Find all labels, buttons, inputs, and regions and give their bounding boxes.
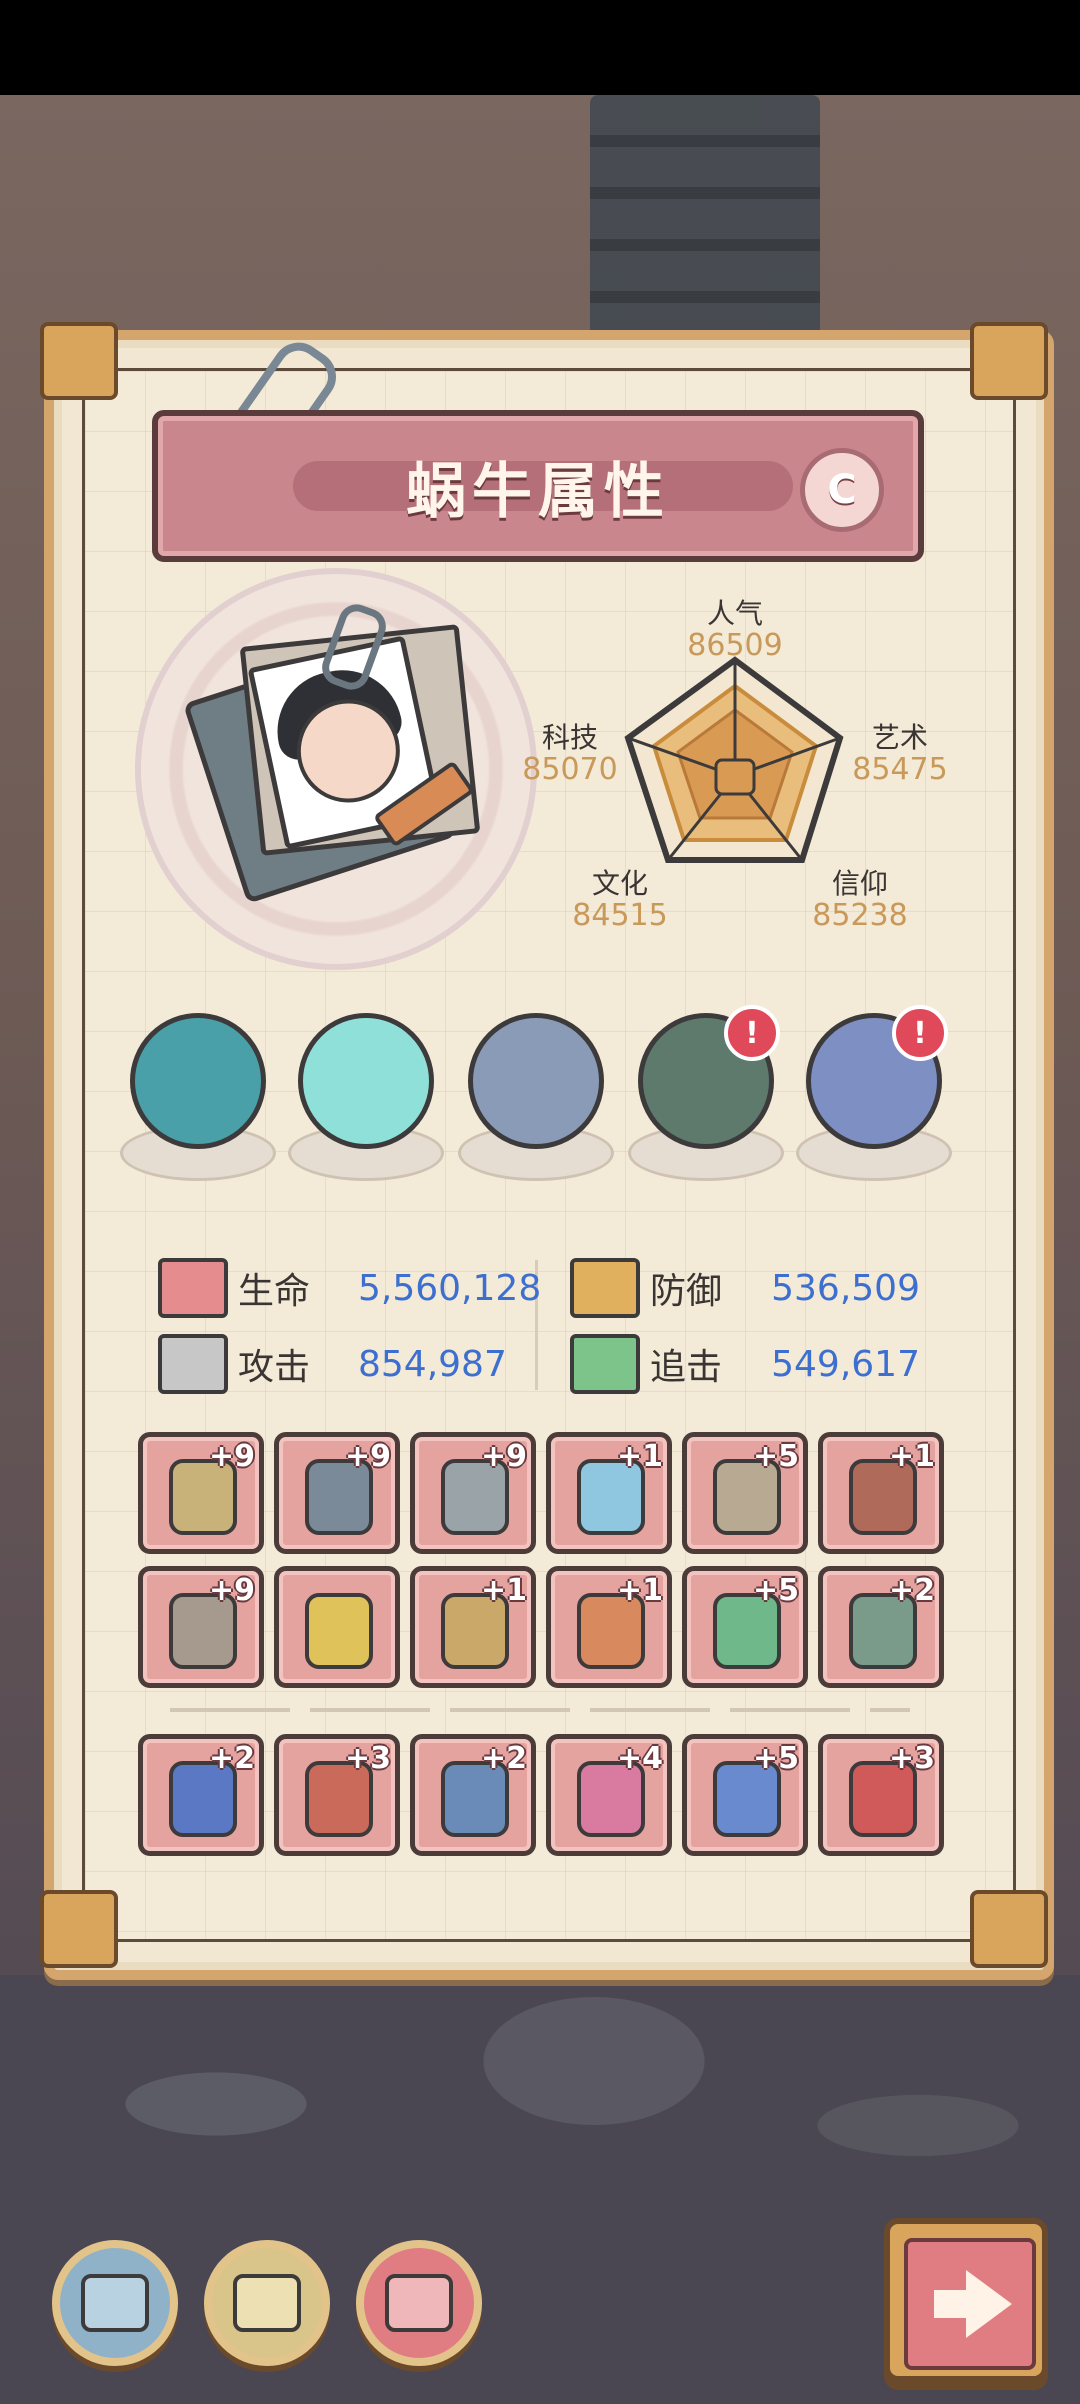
gear-level: +2 bbox=[888, 1573, 935, 1608]
title-banner: 蜗牛属性 C bbox=[152, 410, 924, 562]
gear-level: +5 bbox=[752, 1573, 799, 1608]
gear-slot[interactable]: +9 bbox=[138, 1566, 264, 1688]
gear-slot[interactable]: +1 bbox=[818, 1432, 944, 1554]
blue-brain-button[interactable] bbox=[52, 2240, 178, 2366]
next-button[interactable] bbox=[884, 2218, 1048, 2382]
stat-hp-label: 生命 bbox=[238, 1271, 311, 1312]
alert-badge-icon: ! bbox=[724, 1005, 780, 1061]
radar-art-label: 艺术 bbox=[871, 721, 928, 754]
arrow-tail bbox=[934, 2290, 974, 2318]
radar-tech-label: 科技 bbox=[541, 721, 598, 754]
gear-level: +1 bbox=[616, 1573, 663, 1608]
radar-popularity: 人气 86509 bbox=[685, 598, 785, 662]
stat-hp-value: 5,560,128 bbox=[358, 1267, 542, 1309]
hp-icon bbox=[158, 1258, 228, 1318]
radar-culture-value: 84515 bbox=[572, 898, 668, 933]
gear-level: +9 bbox=[208, 1573, 255, 1608]
gear-level: +1 bbox=[888, 1439, 935, 1474]
relic-slot-3[interactable] bbox=[458, 1005, 614, 1185]
brain-icon bbox=[385, 2274, 453, 2332]
gear-level: +4 bbox=[616, 1741, 663, 1776]
next-button-face bbox=[904, 2238, 1036, 2370]
attribute-radar: 人气 86509 艺术 85475 信仰 85238 文化 84515 科技 8… bbox=[520, 590, 990, 950]
gear-slot[interactable]: +3 bbox=[818, 1734, 944, 1856]
relic-slot-2[interactable] bbox=[288, 1005, 444, 1185]
stat-chase-label: 追击 bbox=[650, 1347, 723, 1388]
gear-slot[interactable]: +5 bbox=[682, 1432, 808, 1554]
stat-attack-value: 854,987 bbox=[358, 1343, 507, 1385]
radar-faith-label: 信仰 bbox=[831, 867, 888, 900]
arrow-right-icon bbox=[934, 2270, 1012, 2338]
gear-divider bbox=[170, 1708, 910, 1712]
sea-monster-relic-icon bbox=[130, 1013, 266, 1149]
gear-level: +5 bbox=[752, 1741, 799, 1776]
gear-level: +3 bbox=[888, 1741, 935, 1776]
pagoda-tower bbox=[590, 95, 820, 345]
stat-chase-value: 549,617 bbox=[771, 1343, 920, 1385]
sword-icon bbox=[158, 1334, 228, 1394]
gear-slot[interactable]: +2 bbox=[410, 1734, 536, 1856]
relic-slot-1[interactable] bbox=[120, 1005, 276, 1185]
crystal-shell-relic-icon bbox=[298, 1013, 434, 1149]
radar-faith: 信仰 85238 bbox=[810, 868, 910, 932]
panel-corner-top-right bbox=[970, 322, 1048, 400]
gear-slot[interactable]: +2 bbox=[138, 1734, 264, 1856]
radar-culture: 文化 84515 bbox=[570, 868, 670, 932]
relic-slot-5[interactable]: ! bbox=[796, 1005, 952, 1185]
alert-badge-icon: ! bbox=[892, 1005, 948, 1061]
radar-popularity-label: 人气 bbox=[706, 597, 763, 630]
gold-ring-icon bbox=[305, 1593, 373, 1669]
stat-defense-value: 536,509 bbox=[771, 1267, 920, 1309]
yellow-brain-button[interactable] bbox=[204, 2240, 330, 2366]
radar-art: 艺术 85475 bbox=[850, 722, 950, 786]
gear-level: +5 bbox=[752, 1439, 799, 1474]
gear-slot[interactable]: +3 bbox=[274, 1734, 400, 1856]
gear-slot[interactable]: +9 bbox=[274, 1432, 400, 1554]
panel-corner-bottom-right bbox=[970, 1890, 1048, 1968]
radar-faith-value: 85238 bbox=[812, 898, 908, 933]
gear-level: +9 bbox=[480, 1439, 527, 1474]
gear-slot[interactable]: +4 bbox=[546, 1734, 672, 1856]
radar-popularity-value: 86509 bbox=[687, 628, 783, 663]
gear-slot[interactable]: +5 bbox=[682, 1566, 808, 1688]
gear-level: +9 bbox=[344, 1439, 391, 1474]
stats-block: 生命 5,560,128 防御 536,509 攻击 854,987 追击 54… bbox=[150, 1258, 940, 1394]
gear-slot[interactable]: +1 bbox=[410, 1566, 536, 1688]
stat-attack-label: 攻击 bbox=[238, 1347, 311, 1388]
stat-attack: 攻击 854,987 bbox=[158, 1334, 507, 1394]
shield-icon bbox=[570, 1258, 640, 1318]
gear-slot[interactable]: +9 bbox=[410, 1432, 536, 1554]
brain-icon bbox=[81, 2274, 149, 2332]
gear-level: +3 bbox=[344, 1741, 391, 1776]
radar-culture-label: 文化 bbox=[591, 867, 648, 900]
radar-tech-value: 85070 bbox=[522, 752, 618, 787]
grade-badge[interactable]: C bbox=[800, 448, 884, 532]
stat-chase: 追击 549,617 bbox=[570, 1334, 920, 1394]
gear-level: +2 bbox=[208, 1741, 255, 1776]
stat-defense: 防御 536,509 bbox=[570, 1258, 920, 1318]
gear-level: +1 bbox=[480, 1573, 527, 1608]
avatar[interactable] bbox=[182, 599, 481, 904]
relic-slot-4[interactable]: ! bbox=[628, 1005, 784, 1185]
radar-tech: 科技 85070 bbox=[520, 722, 620, 786]
stat-hp: 生命 5,560,128 bbox=[158, 1258, 542, 1318]
gear-slot[interactable]: +2 bbox=[818, 1566, 944, 1688]
gear-level: +1 bbox=[616, 1439, 663, 1474]
radar-art-value: 85475 bbox=[852, 752, 948, 787]
gear-slot[interactable]: +1 bbox=[546, 1566, 672, 1688]
chase-icon bbox=[570, 1334, 640, 1394]
panel-corner-bottom-left bbox=[40, 1890, 118, 1968]
gear-slot[interactable]: +1 bbox=[546, 1432, 672, 1554]
gear-slot[interactable]: +5 bbox=[682, 1734, 808, 1856]
gear-level: +2 bbox=[480, 1741, 527, 1776]
brain-icon bbox=[233, 2274, 301, 2332]
gear-level: +9 bbox=[208, 1439, 255, 1474]
gear-slot[interactable]: +9 bbox=[138, 1432, 264, 1554]
panel-corner-top-left bbox=[40, 322, 118, 400]
pink-brain-button[interactable] bbox=[356, 2240, 482, 2366]
stat-defense-label: 防御 bbox=[650, 1271, 723, 1312]
gear-slot[interactable] bbox=[274, 1566, 400, 1688]
compass-relic-icon bbox=[468, 1013, 604, 1149]
